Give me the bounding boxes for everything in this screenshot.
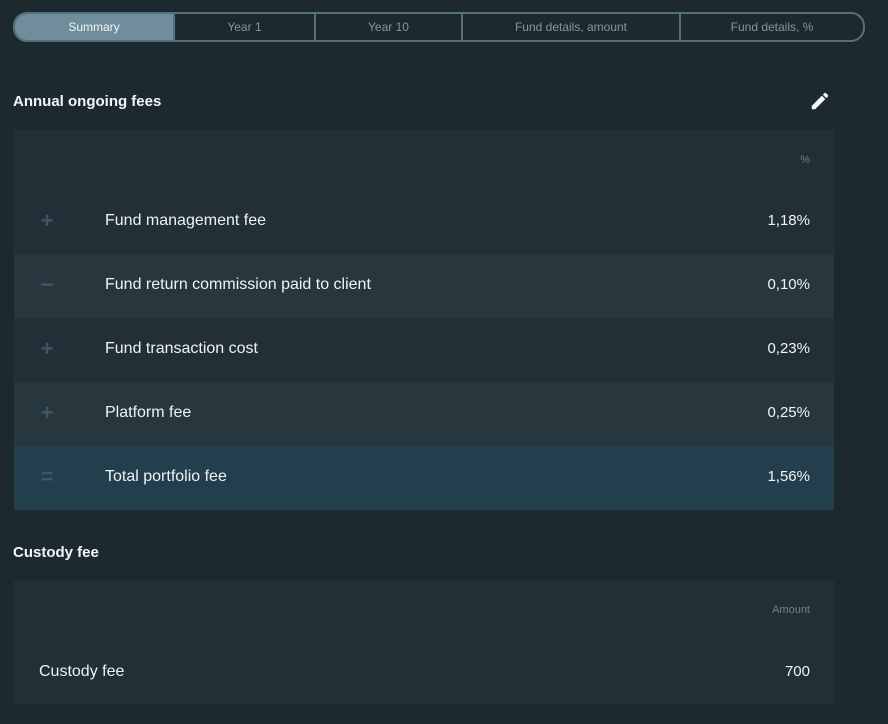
fee-label: Platform fee bbox=[105, 404, 192, 421]
custody-fee-value: 700 bbox=[784, 663, 810, 680]
fee-summary-page: Summary Year 1 Year 10 Fund details, amo… bbox=[0, 0, 888, 724]
fee-row-transaction-cost: + Fund transaction cost 0,23% bbox=[14, 318, 834, 382]
tab-fund-details-amount[interactable]: Fund details, amount bbox=[461, 14, 679, 40]
equals-icon: = bbox=[40, 464, 54, 489]
custody-fee-table: Amount Custody fee 700 bbox=[14, 580, 834, 704]
fee-value: 1,56% bbox=[767, 468, 810, 485]
fee-row-total: = Total portfolio fee 1,56% bbox=[14, 446, 834, 510]
fee-row-fund-management: + Fund management fee 1,18% bbox=[14, 190, 834, 254]
pencil-icon[interactable] bbox=[809, 90, 831, 112]
fee-row-return-commission: − Fund return commission paid to client … bbox=[14, 254, 834, 318]
plus-icon: + bbox=[40, 400, 54, 425]
plus-icon: + bbox=[40, 208, 54, 233]
fee-label: Total portfolio fee bbox=[105, 468, 227, 485]
tab-summary[interactable]: Summary bbox=[15, 14, 173, 40]
tab-year-10[interactable]: Year 10 bbox=[314, 14, 461, 40]
tab-fund-details-percent[interactable]: Fund details, % bbox=[679, 14, 863, 40]
plus-icon: + bbox=[40, 336, 54, 361]
fee-value: 0,23% bbox=[767, 340, 810, 357]
tab-year-1[interactable]: Year 1 bbox=[173, 14, 314, 40]
fee-label: Fund return commission paid to client bbox=[105, 276, 371, 293]
amount-column-header: Amount bbox=[772, 604, 810, 616]
tab-bar: Summary Year 1 Year 10 Fund details, amo… bbox=[13, 12, 865, 42]
fee-label: Fund management fee bbox=[105, 212, 266, 229]
fee-value: 0,10% bbox=[767, 276, 810, 293]
fee-value: 0,25% bbox=[767, 404, 810, 421]
ongoing-fees-table: % + Fund management fee 1,18% − Fund ret… bbox=[14, 130, 834, 510]
fee-row-platform: + Platform fee 0,25% bbox=[14, 382, 834, 446]
percent-column-header: % bbox=[800, 154, 810, 166]
minus-icon: − bbox=[40, 272, 54, 297]
fee-value: 1,18% bbox=[767, 212, 810, 229]
fee-label: Fund transaction cost bbox=[105, 340, 258, 357]
custody-fee-heading: Custody fee bbox=[13, 544, 99, 561]
annual-ongoing-fees-heading: Annual ongoing fees bbox=[13, 93, 162, 110]
custody-fee-label: Custody fee bbox=[39, 663, 125, 680]
